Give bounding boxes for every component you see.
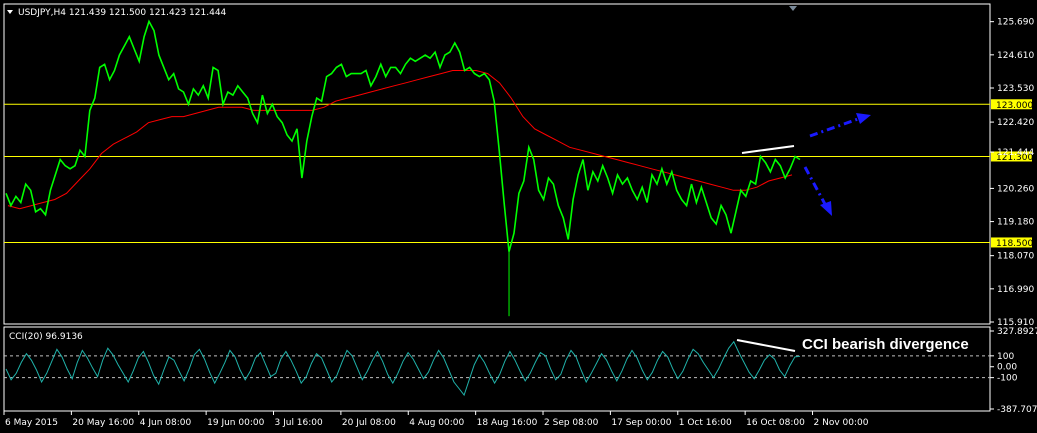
y-tick-label-3: 122.420 [997,118,1034,128]
bearish-projection-arrow [803,166,832,216]
level-label-0: 123.000 [996,101,1033,111]
y-tick-label-4: 121.444 [997,148,1034,158]
y-tick-label-6: 119.180 [997,218,1034,228]
cci-header: CCI(20) 96.9136 [9,332,83,342]
x-tick-label-11: 16 Oct 08:00 [746,418,805,428]
main-chart-frame [3,3,991,325]
divergence-annotation: CCI bearish divergence [802,336,969,353]
x-tick-label-6: 4 Aug 00:00 [409,418,464,428]
price-divergence-line [741,145,795,154]
x-tick-label-9: 17 Sep 00:00 [611,418,671,428]
y-tick-label-0: 125.690 [997,18,1034,28]
x-tick-label-3: 19 Jun 00:00 [207,418,264,428]
cci-y-tick-label-2: 0.00 [997,363,1017,373]
x-tick-label-0: 6 May 2015 [5,418,58,428]
y-tick-label-7: 118.070 [997,252,1034,262]
symbol-header: USDJPY,H4 121.439 121.500 121.423 121.44… [18,8,227,18]
cci-line [5,340,801,397]
cci-y-tick-label-0: 327.8927 [997,327,1037,337]
x-tick-label-7: 18 Aug 16:00 [477,418,538,428]
x-tick-label-2: 4 Jun 08:00 [140,418,192,428]
moving-average-line [7,70,793,210]
cci-y-tick-label-1: 100 [997,352,1014,362]
x-tick-label-12: 2 Nov 00:00 [814,418,869,428]
cci-divergence-line [736,339,796,352]
x-tick-label-1: 20 May 16:00 [72,418,134,428]
y-tick-label-1: 124.610 [997,51,1034,61]
y-tick-label-9: 115.910 [997,318,1034,328]
chart-canvas: 123.000121.300118.500 327.89271000.00-10… [3,3,1037,428]
bullish-projection-arrow [809,113,871,138]
cci-y-tick-label-4: -387.707 [997,405,1037,415]
x-tick-label-10: 1 Oct 16:00 [679,418,732,428]
y-tick-label-8: 116.990 [997,285,1034,295]
dropdown-triangle-icon[interactable] [7,10,13,14]
x-tick-label-8: 2 Sep 08:00 [544,418,599,428]
x-tick-label-5: 20 Jul 08:00 [342,418,396,428]
y-tick-label-2: 123.530 [997,84,1034,94]
x-tick-label-4: 3 Jul 16:00 [275,418,324,428]
y-tick-label-5: 120.260 [997,184,1034,194]
cci-y-tick-label-3: -100 [997,374,1018,384]
chart-window: { "header": { "symbol_label": "USDJPY,H4… [0,0,1037,433]
price-line [5,19,801,252]
chart-shift-marker-icon[interactable] [789,6,797,11]
level-label-2: 118.500 [996,239,1033,249]
